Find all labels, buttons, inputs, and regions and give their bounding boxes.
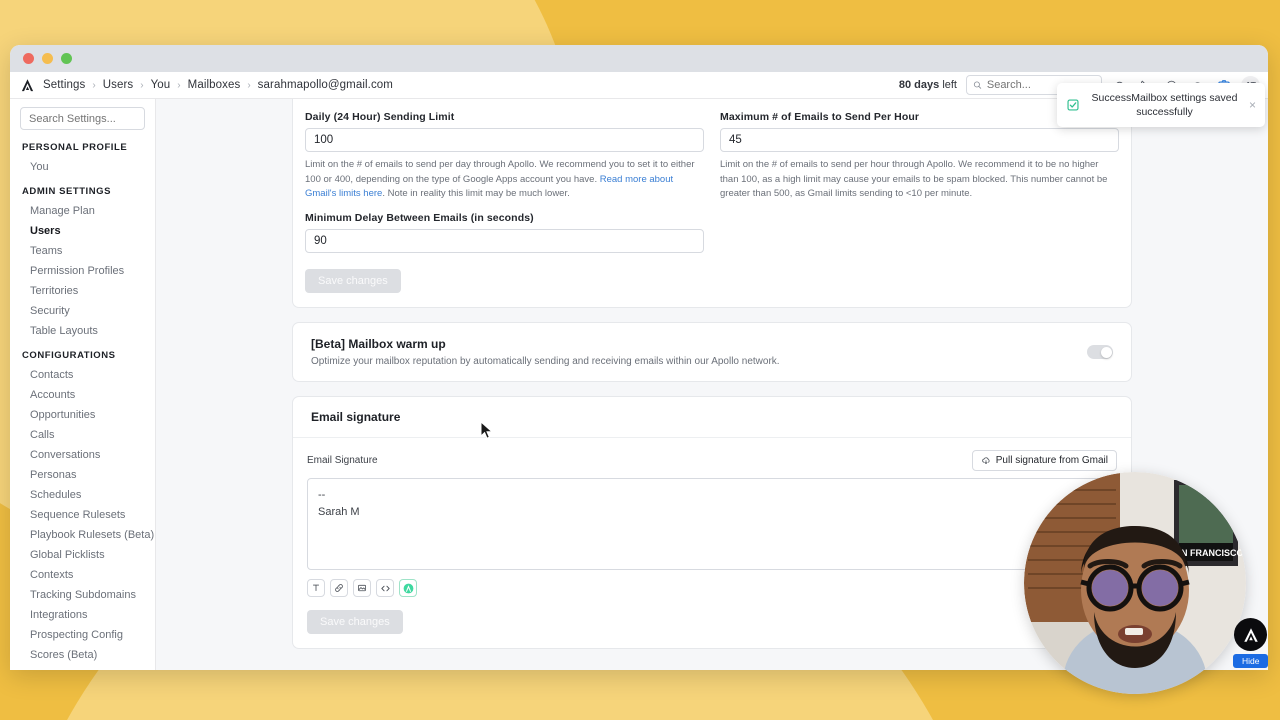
window-titlebar [10,45,1268,72]
breadcrumb-separator: › [92,79,96,91]
days-left-count: 80 days [898,79,940,91]
days-left-suffix: left [942,79,957,91]
sidebar-item-opportunities[interactable]: Opportunities [10,405,155,425]
sidebar-item-calls[interactable]: Calls [10,425,155,445]
sidebar-item-global-picklists[interactable]: Global Picklists [10,545,155,565]
save-limits-button[interactable]: Save changes [305,269,401,294]
sidebar-item-contacts[interactable]: Contacts [10,365,155,385]
email-signature-card: Email signature Email Signature Pull sig… [292,396,1132,650]
days-left-badge: 80 days left [899,79,957,91]
apollo-logo-icon[interactable] [16,78,38,93]
breadcrumb-item-users[interactable]: Users [103,79,134,91]
hourly-limit-input[interactable] [720,128,1119,152]
sidebar-group-title: CONFIGURATIONS [22,350,116,361]
delay-field-group: Minimum Delay Between Emails (in seconds… [305,212,704,294]
settings-sidebar: PERSONAL PROFILE You ADMIN SETTINGS Manage … [10,99,156,670]
apollo-variable-icon[interactable] [399,579,417,598]
breadcrumb-separator: › [177,79,181,91]
mouse-cursor [480,421,494,439]
sidebar-item-sequence-rulesets[interactable]: Sequence Rulesets [10,505,155,525]
sidebar-item-teams[interactable]: Teams [10,241,155,261]
sidebar-item-contexts[interactable]: Contexts [10,565,155,585]
toast-notification: SuccessMailbox settings saved successful… [1057,83,1265,128]
daily-help-after: . Note in reality this limit may be much… [382,188,570,200]
breadcrumb: Settings › Users › You › Mailboxes › sar… [43,79,393,91]
signature-toolbar [307,579,1117,598]
text-format-icon[interactable] [307,579,325,598]
sidebar-item-conversations[interactable]: Conversations [10,445,155,465]
sidebar-item-prospecting-config[interactable]: Prospecting Config [10,625,155,645]
daily-limit-help: Limit on the # of emails to send per day… [305,158,704,202]
pull-signature-label: Pull signature from Gmail [995,455,1108,467]
save-signature-button[interactable]: Save changes [307,610,403,635]
signature-line-1: -- [318,489,326,502]
apollo-floating-widget: Hide [1233,618,1269,668]
sidebar-item-territories[interactable]: Territories [10,281,155,301]
breadcrumb-item-email[interactable]: sarahmapollo@gmail.com [258,79,393,91]
cloud-download-icon [982,457,990,464]
hide-widget-button[interactable]: Hide [1233,654,1269,668]
signature-field-label: Email Signature [307,455,378,467]
delay-label: Minimum Delay Between Emails (in seconds… [305,212,534,225]
signature-line-2: Sarah M [318,505,360,518]
sidebar-item-you[interactable]: You [10,157,155,177]
warmup-toggle[interactable] [1087,345,1113,360]
search-icon [973,81,982,89]
breadcrumb-item-settings[interactable]: Settings [43,79,85,91]
hourly-limit-help: Limit on the # of emails to send per hou… [720,159,1108,200]
breadcrumb-item-mailboxes[interactable]: Mailboxes [188,79,241,91]
signature-card-title: Email signature [293,397,1131,439]
image-icon[interactable] [353,579,371,598]
sidebar-nav: PERSONAL PROFILE You ADMIN SETTINGS Manage … [10,142,155,670]
daily-limit-label: Daily (24 Hour) Sending Limit [305,111,455,123]
sidebar-item-scores-beta[interactable]: Scores (Beta) [10,645,155,665]
sidebar-item-tracking-subdomains[interactable]: Tracking Subdomains [10,585,155,605]
sidebar-item-table-layouts[interactable]: Table Layouts [10,321,155,341]
window-close-button[interactable] [23,53,34,64]
check-square-icon [1067,99,1079,111]
window-maximize-button[interactable] [61,53,72,64]
signature-editor[interactable]: -- Sarah M [307,478,1117,571]
warmup-text-block: [Beta] Mailbox warm up Optimize your mai… [311,337,780,367]
breadcrumb-item-you[interactable]: You [151,79,171,91]
link-icon[interactable] [330,579,348,598]
sending-limits-card: Daily (24 Hour) Sending Limit Limit on t… [292,99,1132,309]
sidebar-item-schedules[interactable]: Schedules [10,485,155,505]
sidebar-item-users[interactable]: Users [10,221,155,241]
search-settings-input[interactable] [29,112,136,125]
sidebar-item-security[interactable]: Security [10,301,155,321]
spacer-column [720,212,1119,293]
daily-limit-field-group: Daily (24 Hour) Sending Limit Limit on t… [305,111,704,202]
toast-message: SuccessMailbox settings saved successful… [1091,92,1238,119]
sidebar-item-buying-intent[interactable]: Buying Intent [10,665,155,670]
delay-input[interactable] [305,229,704,254]
breadcrumb-separator: › [247,79,251,91]
sidebar-item-accounts[interactable]: Accounts [10,385,155,405]
pull-signature-from-gmail-button[interactable]: Pull signature from Gmail [971,450,1117,472]
sidebar-search-box[interactable] [20,107,145,130]
code-icon[interactable] [376,579,394,598]
webcam-video-overlay: SAN FRANCISCO [1024,472,1246,694]
toast-close-icon[interactable]: × [1249,99,1256,111]
daily-limit-input[interactable] [305,128,704,152]
sidebar-group-title: ADMIN SETTINGS [22,186,111,197]
sidebar-item-playbook-rulesets-beta[interactable]: Playbook Rulesets (Beta) [10,525,155,545]
toggle-knob [1100,346,1112,358]
mailbox-warmup-card: [Beta] Mailbox warm up Optimize your mai… [292,322,1132,383]
sidebar-item-manage-plan[interactable]: Manage Plan [10,201,155,221]
sidebar-item-permission-profiles[interactable]: Permission Profiles [10,261,155,281]
window-minimize-button[interactable] [42,53,53,64]
breadcrumb-separator: › [140,79,144,91]
apollo-widget-button[interactable] [1234,618,1268,651]
warmup-title: [Beta] Mailbox warm up [311,337,446,352]
sidebar-item-personas[interactable]: Personas [10,465,155,485]
sidebar-group-title: PERSONAL PROFILE [22,142,128,153]
sidebar-item-integrations[interactable]: Integrations [10,605,155,625]
warmup-description: Optimize your mailbox reputation by auto… [311,356,780,368]
